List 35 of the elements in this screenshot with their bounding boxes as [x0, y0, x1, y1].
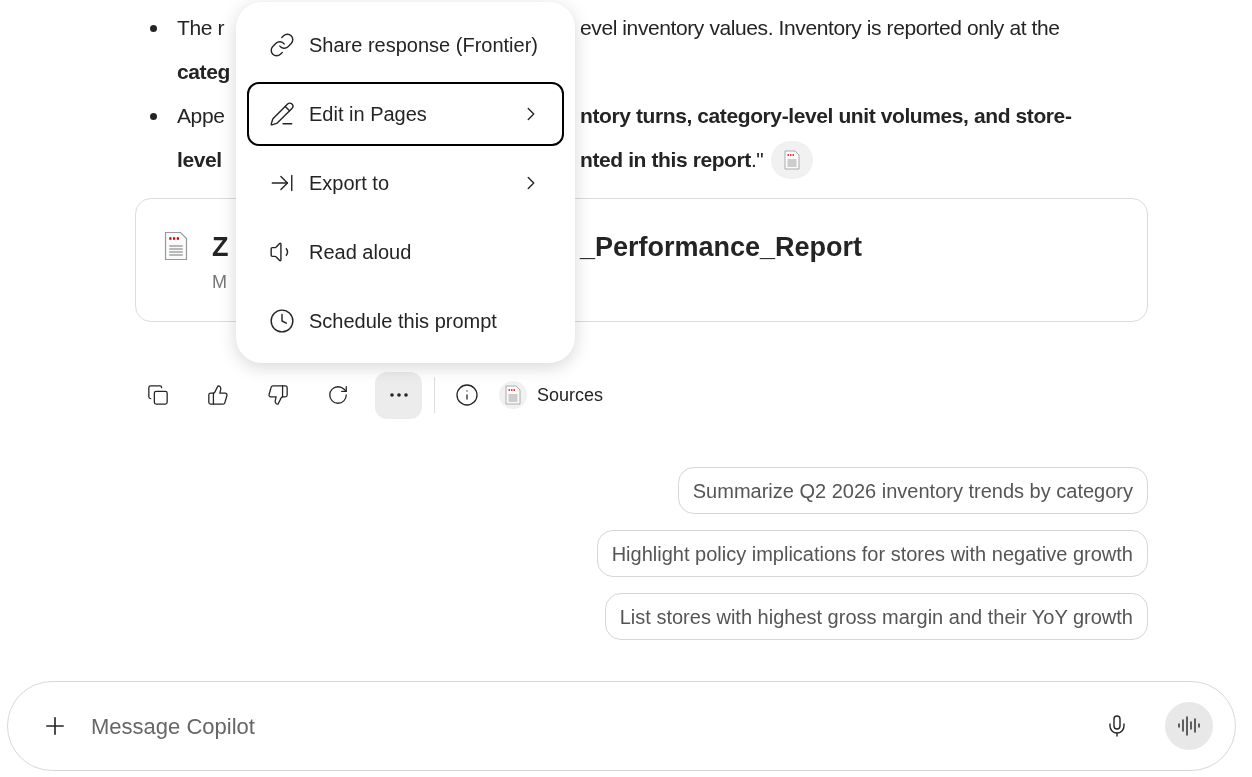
voice-button[interactable] — [1165, 702, 1213, 750]
response-text: Appe — [177, 103, 225, 130]
link-icon — [269, 32, 295, 58]
pdf-icon — [784, 150, 801, 170]
thumbs-up-icon — [207, 384, 229, 406]
suggestion-chip[interactable]: List stores with highest gross margin and their YoY growth — [604, 593, 1148, 640]
clock-icon — [269, 308, 295, 334]
bullet-icon — [150, 25, 157, 32]
menu-item[interactable]: Read aloud — [247, 220, 564, 284]
copy-icon — [147, 384, 169, 406]
bullet-icon — [150, 113, 157, 120]
sources-button[interactable]: Sources — [497, 372, 606, 418]
message-input[interactable]: Message Copilot — [91, 709, 1105, 743]
document-title: Z — [212, 232, 229, 262]
document-title: _Performance_Report — [580, 231, 863, 263]
menu-item[interactable]: Edit in Pages — [247, 82, 564, 146]
pencil-icon — [269, 101, 295, 127]
response-text: evel inventory values. Inventory is reported only at the — [580, 15, 1060, 42]
info-icon — [455, 383, 479, 407]
waveform-icon — [1177, 714, 1201, 738]
response-text: The r — [177, 15, 224, 42]
response-text: ntory turns, category-level unit volumes, and store- — [580, 103, 1072, 130]
suggestion-chip[interactable]: Summarize Q2 2026 inventory trends by category — [677, 467, 1148, 514]
pdf-glyph-icon — [505, 385, 521, 405]
more-icon — [389, 393, 408, 397]
response-text: categ — [177, 59, 230, 86]
response-text: nted in this report — [580, 147, 751, 174]
refresh-icon — [327, 384, 349, 406]
menu-item[interactable]: Share response (Frontier) — [247, 13, 564, 77]
response-text: ." — [750, 147, 764, 174]
thumbs-down-icon — [267, 384, 289, 406]
pdf-icon — [164, 231, 188, 261]
response-text: level — [177, 147, 222, 174]
suggestion-chip[interactable]: Highlight policy implications for stores with negative growth — [596, 530, 1148, 577]
document-subtitle: M — [212, 271, 228, 294]
